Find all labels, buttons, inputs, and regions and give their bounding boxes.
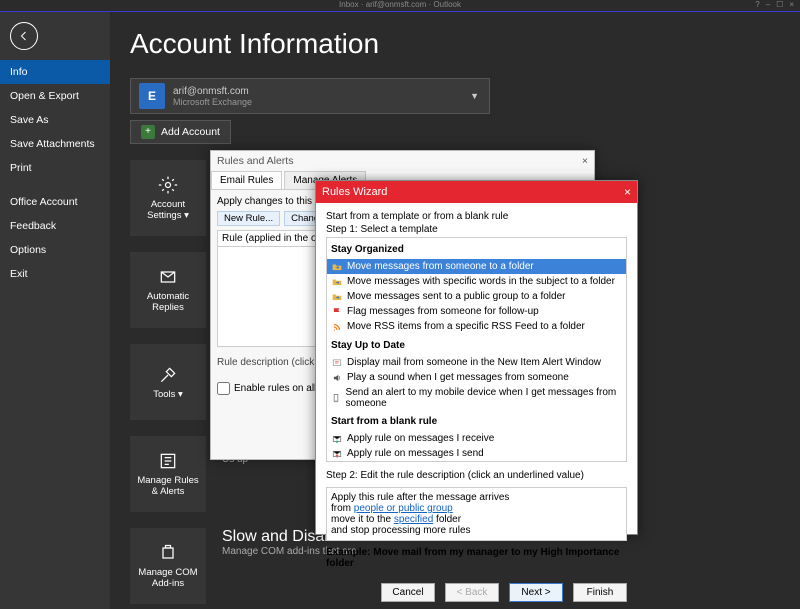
blank-option-1[interactable]: Apply rule on messages I send bbox=[327, 446, 626, 461]
sidebar-item-print[interactable]: Print bbox=[0, 156, 110, 180]
section-stay-up: Stay Up to Date bbox=[327, 338, 626, 353]
tile-account-settings[interactable]: Account Settings ▾ bbox=[130, 160, 206, 236]
tile-tools[interactable]: Tools ▾ bbox=[130, 344, 206, 420]
add-account-button[interactable]: + Add Account bbox=[130, 120, 231, 144]
folder-link[interactable]: specified bbox=[394, 514, 433, 525]
exchange-icon: E bbox=[139, 83, 165, 109]
addin-icon bbox=[158, 543, 178, 563]
rules-icon bbox=[158, 451, 178, 471]
sidebar-item-office-account[interactable]: Office Account bbox=[0, 190, 110, 214]
folder-move-icon bbox=[331, 261, 343, 273]
tile-label: Automatic Replies bbox=[134, 291, 202, 313]
tile-com-addins[interactable]: Manage COM Add-ins bbox=[130, 528, 206, 604]
tile-label: Manage COM Add-ins bbox=[134, 567, 202, 589]
sidebar-item-open-export[interactable]: Open & Export bbox=[0, 84, 110, 108]
stay-organized-option-3[interactable]: Flag messages from someone for follow-up bbox=[327, 304, 626, 319]
wizard-step2: Step 2: Edit the rule description (click… bbox=[326, 470, 627, 481]
gear-icon bbox=[158, 175, 178, 195]
sidebar-item-options[interactable]: Options bbox=[0, 238, 110, 262]
page-title: Account Information bbox=[130, 28, 780, 60]
reply-icon bbox=[158, 267, 178, 287]
flag-icon bbox=[331, 306, 343, 318]
tab-email-rules[interactable]: Email Rules bbox=[211, 171, 282, 189]
stay-organized-option-2[interactable]: Move messages sent to a public group to … bbox=[327, 289, 626, 304]
sidebar-item-feedback[interactable]: Feedback bbox=[0, 214, 110, 238]
sound-icon bbox=[331, 372, 343, 384]
sidebar-item-info[interactable]: Info bbox=[0, 60, 110, 84]
backstage-sidebar: Info Open & Export Save As Save Attachme… bbox=[0, 12, 110, 609]
add-account-label: Add Account bbox=[161, 126, 220, 138]
next-button[interactable]: Next > bbox=[509, 583, 563, 602]
plus-icon: + bbox=[141, 125, 155, 139]
back-button[interactable] bbox=[10, 22, 38, 50]
rss-icon bbox=[331, 321, 343, 333]
stay-up-option-0[interactable]: Display mail from someone in the New Ite… bbox=[327, 355, 626, 370]
wizard-intro: Start from a template or from a blank ru… bbox=[326, 211, 627, 222]
tile-label: Tools ▾ bbox=[153, 389, 183, 400]
close-icon[interactable]: × bbox=[582, 155, 588, 167]
mail-out-icon bbox=[331, 448, 343, 460]
tools-icon bbox=[158, 365, 178, 385]
wizard-title: Rules Wizard bbox=[322, 186, 387, 198]
account-selector[interactable]: E arif@onmsft.com Microsoft Exchange ▼ bbox=[130, 78, 490, 114]
folder-move-icon bbox=[331, 276, 343, 288]
stay-up-option-1[interactable]: Play a sound when I get messages from so… bbox=[327, 370, 626, 385]
folder-move-icon bbox=[331, 291, 343, 303]
sidebar-item-exit[interactable]: Exit bbox=[0, 262, 110, 286]
account-provider: Microsoft Exchange bbox=[173, 97, 252, 107]
mobile-icon bbox=[331, 392, 342, 404]
back-arrow-icon bbox=[18, 30, 30, 42]
section-stay-organized: Stay Organized bbox=[327, 242, 626, 257]
account-email: arif@onmsft.com bbox=[173, 86, 252, 97]
tile-manage-rules[interactable]: Manage Rules & Alerts bbox=[130, 436, 206, 512]
wizard-step1: Step 1: Select a template bbox=[326, 224, 627, 235]
wizard-example: Example: Move mail from my manager to my… bbox=[326, 547, 627, 569]
window-controls: ?–☐× bbox=[755, 0, 794, 9]
tile-automatic-replies[interactable]: Automatic Replies bbox=[130, 252, 206, 328]
alert-icon bbox=[331, 357, 343, 369]
new-rule-button[interactable]: New Rule... bbox=[217, 211, 280, 226]
titlebar: Inbox · arif@onmsft.com · Outlook ?–☐× bbox=[0, 0, 800, 12]
stay-organized-option-1[interactable]: Move messages with specific words in the… bbox=[327, 274, 626, 289]
caret-down-icon: ▼ bbox=[460, 91, 489, 101]
rule-description-box: Apply this rule after the message arrive… bbox=[326, 487, 627, 541]
blank-option-0[interactable]: Apply rule on messages I receive bbox=[327, 431, 626, 446]
stay-organized-option-0[interactable]: Move messages from someone to a folder bbox=[327, 259, 626, 274]
stay-up-option-2[interactable]: Send an alert to my mobile device when I… bbox=[327, 385, 626, 410]
template-list: Stay Organized Move messages from someon… bbox=[326, 237, 627, 462]
enable-rules-checkbox[interactable] bbox=[217, 382, 230, 395]
window-title: Inbox · arif@onmsft.com · Outlook bbox=[339, 0, 461, 9]
sidebar-item-save-attachments[interactable]: Save Attachments bbox=[0, 132, 110, 156]
section-blank: Start from a blank rule bbox=[327, 414, 626, 429]
stay-organized-option-4[interactable]: Move RSS items from a specific RSS Feed … bbox=[327, 319, 626, 334]
rules-wizard-dialog: Rules Wizard × Start from a template or … bbox=[315, 180, 638, 535]
wizard-close-button[interactable]: × bbox=[624, 185, 631, 199]
tile-label: Account Settings ▾ bbox=[134, 199, 202, 221]
finish-button[interactable]: Finish bbox=[573, 583, 627, 602]
tile-label: Manage Rules & Alerts bbox=[134, 475, 202, 497]
mail-in-icon bbox=[331, 433, 343, 445]
back-button: < Back bbox=[445, 583, 499, 602]
dialog-title: Rules and Alerts bbox=[217, 155, 293, 167]
cancel-button[interactable]: Cancel bbox=[381, 583, 435, 602]
sidebar-item-save-as[interactable]: Save As bbox=[0, 108, 110, 132]
people-link[interactable]: people or public group bbox=[354, 503, 453, 514]
